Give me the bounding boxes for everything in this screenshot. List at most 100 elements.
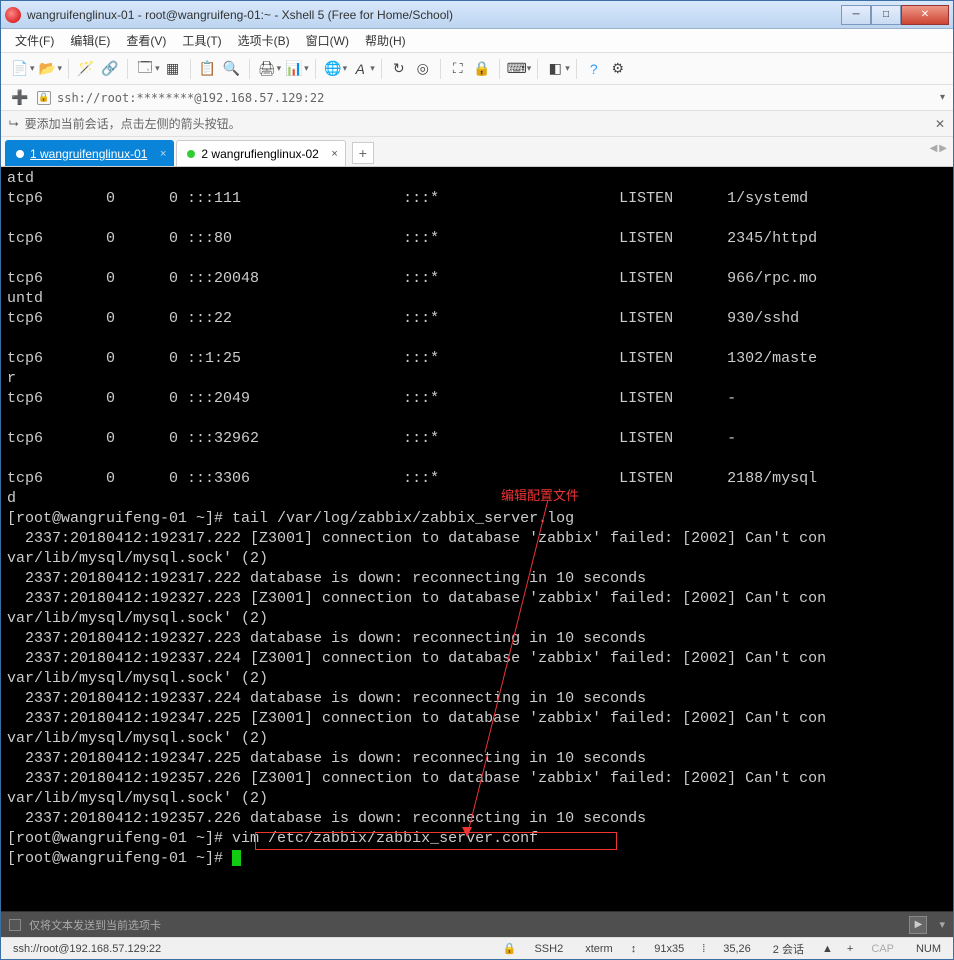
chevron-down-icon[interactable]: ▾ bbox=[370, 63, 375, 74]
chart-icon[interactable]: 📊 bbox=[283, 58, 305, 80]
tab-label: 2 wangrufienglinux-02 bbox=[201, 147, 318, 161]
separator bbox=[190, 59, 191, 79]
window-icon[interactable]: 🗔 bbox=[134, 58, 156, 80]
menubar: 文件(F) 编辑(E) 查看(V) 工具(T) 选项卡(B) 窗口(W) 帮助(… bbox=[1, 29, 953, 53]
tabbar: 1 wangruifenglinux-01 × 2 wangrufienglin… bbox=[1, 137, 953, 167]
separator bbox=[576, 59, 577, 79]
next-tab-icon[interactable]: ▶ bbox=[939, 143, 947, 154]
print-icon[interactable]: 🖨 bbox=[256, 58, 278, 80]
refresh-icon[interactable]: ↻ bbox=[388, 58, 410, 80]
close-tab-icon[interactable]: × bbox=[331, 148, 337, 160]
close-tab-icon[interactable]: × bbox=[160, 148, 166, 160]
status-cap: CAP bbox=[867, 943, 898, 955]
lock-icon[interactable]: 🔒 bbox=[471, 58, 493, 80]
chevron-down-icon[interactable]: ▾ bbox=[527, 63, 532, 74]
terminal-output: atd tcp6 0 0 :::111 :::* LISTEN 1/system… bbox=[7, 170, 826, 867]
font-icon[interactable]: A bbox=[349, 58, 371, 80]
toolbar: 📄▾ 📂▾ 🪄 🔗 🗔▾ ▦ 📋 🔍 🖨▾ 📊▾ 🌐▾ A▾ ↻ ◎ ⛶ 🔒 ⌨… bbox=[1, 53, 953, 85]
lock-icon: 🔒 bbox=[503, 942, 517, 955]
annotation-box bbox=[255, 832, 617, 850]
status-ssh: SSH2 bbox=[530, 943, 567, 955]
send-button[interactable]: ▶ bbox=[909, 916, 927, 934]
chevron-down-icon[interactable]: ▾ bbox=[277, 63, 282, 74]
plus-icon[interactable]: + bbox=[847, 943, 853, 955]
status-dot-icon bbox=[187, 150, 195, 158]
add-icon[interactable]: ➕ bbox=[9, 87, 31, 109]
size-icon: ↕ bbox=[631, 943, 637, 955]
separator bbox=[249, 59, 250, 79]
separator bbox=[68, 59, 69, 79]
chevron-down-icon[interactable]: ▾ bbox=[939, 918, 945, 931]
arrow-icon[interactable]: ⮡ bbox=[9, 116, 19, 131]
cursor bbox=[232, 850, 241, 866]
address-url[interactable]: ssh://root:********@192.168.57.129:22 bbox=[57, 91, 934, 105]
sendbar: 仅将文本发送到当前选项卡 ▶ ▾ bbox=[1, 911, 953, 937]
chevron-down-icon[interactable]: ▾ bbox=[30, 63, 35, 74]
status-pos: 35,26 bbox=[719, 943, 755, 955]
status-dot-icon bbox=[16, 150, 24, 158]
chevron-down-icon[interactable]: ▾ bbox=[565, 63, 570, 74]
tab-label: 1 wangruifenglinux-01 bbox=[30, 147, 147, 161]
layout-icon[interactable]: ◧ bbox=[544, 58, 566, 80]
app-icon bbox=[5, 7, 21, 23]
add-tab-button[interactable]: + bbox=[352, 142, 374, 164]
separator bbox=[381, 59, 382, 79]
tab-nav: ◀ ▶ bbox=[930, 143, 947, 154]
link-icon[interactable]: 🔗 bbox=[99, 58, 121, 80]
menu-file[interactable]: 文件(F) bbox=[9, 30, 60, 51]
tab-session-2[interactable]: 2 wangrufienglinux-02 × bbox=[176, 140, 345, 166]
addressbar: ➕ 🔒 ssh://root:********@192.168.57.129:2… bbox=[1, 85, 953, 111]
annotation-text: 编辑配置文件 bbox=[501, 486, 579, 506]
menu-view[interactable]: 查看(V) bbox=[120, 30, 172, 51]
window-buttons: ─ □ ✕ bbox=[841, 5, 949, 25]
help-icon[interactable]: ? bbox=[583, 58, 605, 80]
new-icon[interactable]: 📄 bbox=[9, 58, 31, 80]
chevron-down-icon[interactable]: ▾ bbox=[155, 63, 160, 74]
keyboard-icon[interactable]: ⌨ bbox=[506, 58, 528, 80]
search-icon[interactable]: 🔍 bbox=[221, 58, 243, 80]
separator bbox=[499, 59, 500, 79]
tip-text: 要添加当前会话，点击左侧的箭头按钮。 bbox=[25, 115, 241, 132]
gear-icon[interactable]: ⚙ bbox=[607, 58, 629, 80]
status-url: ssh://root@192.168.57.129:22 bbox=[9, 943, 165, 955]
statusbar: ssh://root@192.168.57.129:22 🔒 SSH2 xter… bbox=[1, 937, 953, 959]
chevron-down-icon[interactable]: ▾ bbox=[304, 63, 309, 74]
fullscreen-icon[interactable]: ⛶ bbox=[447, 58, 469, 80]
sessions-icon[interactable]: ▲ bbox=[822, 943, 833, 955]
chevron-down-icon[interactable]: ▾ bbox=[58, 63, 63, 74]
pos-icon: ⁞ bbox=[702, 943, 705, 955]
close-tip-icon[interactable]: ✕ bbox=[935, 117, 945, 131]
status-num: NUM bbox=[912, 943, 945, 955]
grid-icon[interactable]: ▦ bbox=[162, 58, 184, 80]
menu-tab[interactable]: 选项卡(B) bbox=[232, 30, 296, 51]
separator bbox=[537, 59, 538, 79]
open-icon[interactable]: 📂 bbox=[37, 58, 59, 80]
menu-window[interactable]: 窗口(W) bbox=[300, 30, 355, 51]
window-title: wangruifenglinux-01 - root@wangruifeng-0… bbox=[27, 8, 841, 22]
tipbar: ⮡ 要添加当前会话，点击左侧的箭头按钮。 ✕ bbox=[1, 111, 953, 137]
separator bbox=[127, 59, 128, 79]
status-size: 91x35 bbox=[650, 943, 688, 955]
globe-icon[interactable]: 🌐 bbox=[322, 58, 344, 80]
wand-icon[interactable]: 🪄 bbox=[75, 58, 97, 80]
separator bbox=[315, 59, 316, 79]
chevron-down-icon[interactable]: ▾ bbox=[343, 63, 348, 74]
menu-help[interactable]: 帮助(H) bbox=[359, 30, 412, 51]
menu-edit[interactable]: 编辑(E) bbox=[64, 30, 116, 51]
minimize-button[interactable]: ─ bbox=[841, 5, 871, 25]
target-icon[interactable]: ◎ bbox=[412, 58, 434, 80]
copy-icon[interactable]: 📋 bbox=[197, 58, 219, 80]
maximize-button[interactable]: □ bbox=[871, 5, 901, 25]
tab-session-1[interactable]: 1 wangruifenglinux-01 × bbox=[5, 140, 174, 166]
chevron-down-icon[interactable]: ▾ bbox=[940, 92, 945, 103]
sendbar-label: 仅将文本发送到当前选项卡 bbox=[29, 917, 161, 933]
send-checkbox[interactable] bbox=[9, 919, 21, 931]
status-sessions: 2 会话 bbox=[769, 941, 808, 957]
close-button[interactable]: ✕ bbox=[901, 5, 949, 25]
menu-tools[interactable]: 工具(T) bbox=[176, 30, 227, 51]
prev-tab-icon[interactable]: ◀ bbox=[930, 143, 938, 154]
lock-icon: 🔒 bbox=[37, 91, 51, 105]
terminal[interactable]: atd tcp6 0 0 :::111 :::* LISTEN 1/system… bbox=[1, 167, 953, 911]
titlebar: wangruifenglinux-01 - root@wangruifeng-0… bbox=[1, 1, 953, 29]
separator bbox=[440, 59, 441, 79]
